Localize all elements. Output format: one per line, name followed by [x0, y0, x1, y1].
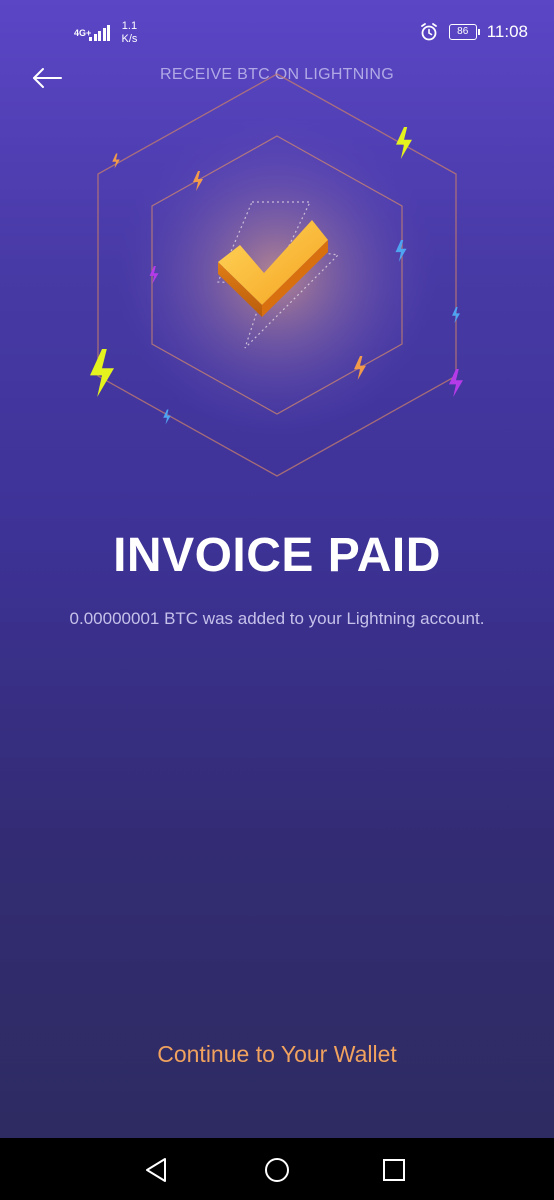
- nav-back-icon: [146, 1158, 166, 1182]
- system-navigation-bar: [0, 1138, 554, 1200]
- network-speed: 1.1 K/s: [122, 20, 138, 46]
- network-speed-unit: K/s: [121, 33, 138, 45]
- invoice-status-message: 0.00000001 BTC was added to your Lightni…: [69, 609, 485, 628]
- nav-recents-icon: [383, 1159, 405, 1181]
- clock: 11:08: [486, 22, 528, 41]
- success-illustration: [0, 70, 554, 490]
- nav-home-icon: [265, 1158, 289, 1182]
- lightning-bolt-icon: [163, 409, 171, 425]
- network-type: 4G+: [74, 27, 92, 38]
- lightning-bolt-icon: [112, 153, 120, 169]
- nav-home-button[interactable]: [257, 1150, 297, 1190]
- nav-recents-button[interactable]: [374, 1150, 414, 1190]
- network-status: 4G+ 1.1 K/s: [74, 20, 137, 46]
- lightning-bolt-icon: [449, 369, 463, 397]
- system-status: 86 11:08: [419, 22, 528, 42]
- alarm-icon: [420, 23, 437, 41]
- continue-to-wallet-button[interactable]: Continue to Your Wallet: [100, 1030, 454, 1078]
- nav-back-button[interactable]: [137, 1150, 177, 1190]
- signal-icon: [89, 25, 112, 41]
- lightning-bolt-icon: [90, 349, 114, 397]
- network-speed-value: 1.1: [121, 20, 138, 32]
- lightning-bolt-icon: [396, 127, 412, 159]
- invoice-status-title: INVOICE PAID: [113, 529, 441, 582]
- battery-icon: 86: [448, 24, 480, 40]
